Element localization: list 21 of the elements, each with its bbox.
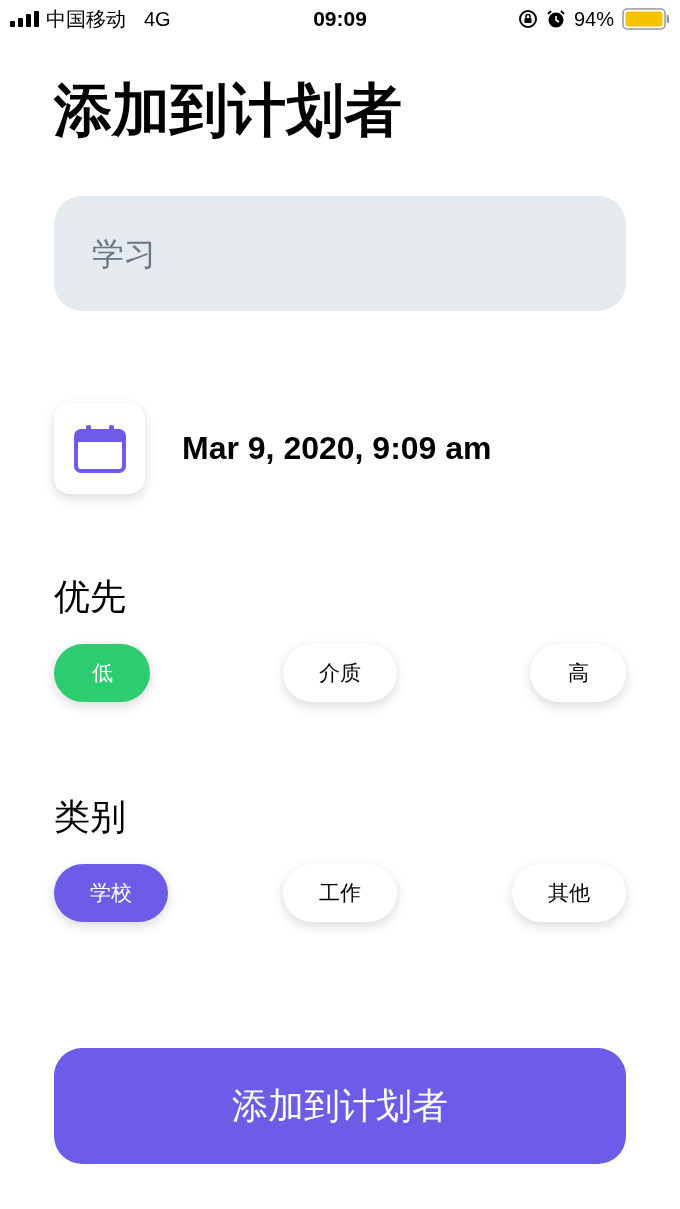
carrier-name: 中国移动 bbox=[46, 6, 126, 32]
calendar-icon bbox=[73, 424, 126, 473]
signal-icon bbox=[10, 11, 40, 27]
task-input-field[interactable]: 学习 bbox=[54, 196, 626, 311]
battery-percent: 94% bbox=[573, 7, 614, 31]
clock: 09:09 bbox=[313, 7, 367, 31]
network-type: 4G bbox=[144, 7, 171, 31]
section-label: 类别 bbox=[54, 795, 127, 839]
category-chip[interactable]: 其他 bbox=[512, 864, 626, 922]
submit-button[interactable]: 添加到计划者 bbox=[54, 1048, 626, 1164]
category-chip[interactable]: 学校 bbox=[54, 864, 168, 922]
date-time-text: Mar 9, 2020, 9:09 am bbox=[182, 430, 492, 467]
battery-icon bbox=[622, 8, 670, 30]
alarm-icon bbox=[545, 9, 566, 29]
rotation-lock-icon bbox=[517, 9, 538, 29]
page-title: 添加到计划者 bbox=[54, 75, 403, 146]
section-label: 优先 bbox=[54, 575, 127, 619]
priority-chip[interactable]: 介质 bbox=[283, 644, 397, 702]
priority-chip[interactable]: 高 bbox=[530, 644, 626, 702]
calendar-button[interactable] bbox=[54, 403, 145, 494]
category-chip[interactable]: 工作 bbox=[283, 864, 397, 922]
